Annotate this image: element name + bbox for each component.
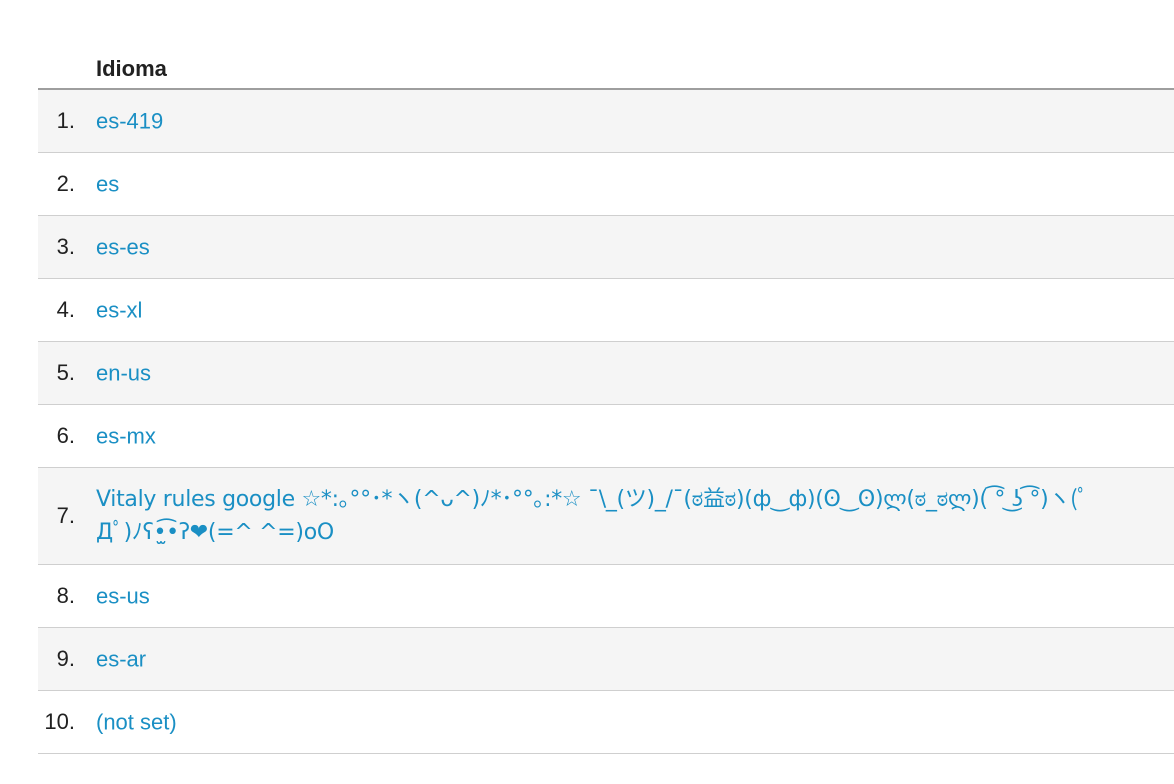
column-header-idioma: Idioma bbox=[96, 56, 167, 81]
row-index: 8. bbox=[56, 583, 75, 608]
language-link[interactable]: es-xl bbox=[96, 294, 1114, 327]
row-index: 7. bbox=[56, 503, 75, 528]
row-index: 1. bbox=[56, 108, 75, 133]
language-link[interactable]: es-419 bbox=[96, 105, 1114, 138]
language-table: Idioma 1. es-419 2. es 3. es-es 4. es-xl… bbox=[38, 42, 1174, 754]
table-row: 10. (not set) bbox=[38, 691, 1174, 754]
language-link[interactable]: es-ar bbox=[96, 643, 1114, 676]
language-link[interactable]: es-es bbox=[96, 231, 1114, 264]
row-index: 5. bbox=[56, 360, 75, 385]
row-index: 4. bbox=[56, 297, 75, 322]
row-index: 10. bbox=[44, 709, 75, 734]
row-index: 9. bbox=[56, 646, 75, 671]
table-row: 2. es bbox=[38, 153, 1174, 216]
table-header: Idioma bbox=[38, 42, 1174, 90]
language-link[interactable]: Vitaly rules google ☆*:｡°°･*ヽ(^ᴗ^)ﾉ*･°°｡… bbox=[96, 483, 1114, 549]
table-row: 5. en-us bbox=[38, 342, 1174, 405]
table-row: 8. es-us bbox=[38, 565, 1174, 628]
table-row: 6. es-mx bbox=[38, 405, 1174, 468]
table-row: 4. es-xl bbox=[38, 279, 1174, 342]
table-row: 7. Vitaly rules google ☆*:｡°°･*ヽ(^ᴗ^)ﾉ*･… bbox=[38, 468, 1174, 565]
row-index: 2. bbox=[56, 171, 75, 196]
table-row: 3. es-es bbox=[38, 216, 1174, 279]
row-index: 6. bbox=[56, 423, 75, 448]
row-index: 3. bbox=[56, 234, 75, 259]
language-link[interactable]: en-us bbox=[96, 357, 1114, 390]
language-link[interactable]: es-us bbox=[96, 580, 1114, 613]
language-link[interactable]: es-mx bbox=[96, 420, 1114, 453]
language-link[interactable]: (not set) bbox=[96, 706, 1114, 739]
table-row: 1. es-419 bbox=[38, 90, 1174, 153]
language-link[interactable]: es bbox=[96, 168, 1114, 201]
table-row: 9. es-ar bbox=[38, 628, 1174, 691]
